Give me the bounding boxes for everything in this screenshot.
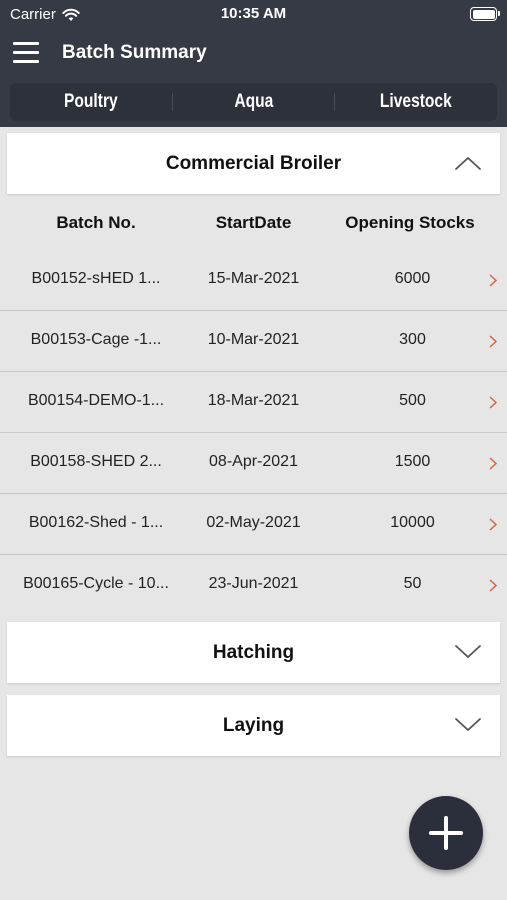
chevron-right-icon (489, 335, 497, 348)
opening-stock: 1500 (394, 453, 431, 470)
batch-number: B00165-Cycle - 10... (23, 575, 169, 592)
battery-icon (470, 7, 500, 21)
chevron-right-icon (489, 274, 497, 287)
section-commercial-broiler[interactable]: Commercial Broiler (7, 133, 500, 194)
batch-number: B00152-sHED 1... (31, 270, 161, 287)
chevron-right-icon (489, 518, 497, 531)
table-row[interactable]: B00162-Shed - 1... 02-May-2021 10000 (0, 494, 507, 555)
opening-stock: 6000 (394, 270, 431, 287)
status-time: 10:35 AM (220, 5, 287, 22)
table-row[interactable]: B00152-sHED 1... 15-Mar-2021 6000 (0, 250, 507, 311)
table-row[interactable]: B00153-Cage -1... 10-Mar-2021 300 (0, 311, 507, 372)
table-row[interactable]: B00165-Cycle - 10... 23-Jun-2021 50 (0, 555, 507, 616)
plus-icon (429, 816, 463, 850)
chevron-right-icon (489, 457, 497, 470)
tab-divider (171, 93, 173, 111)
opening-stock: 50 (403, 575, 422, 592)
section-title: Hatching (212, 642, 295, 663)
column-header-batch: Batch No. (56, 213, 136, 232)
start-date: 10-Mar-2021 (207, 331, 300, 348)
batch-number: B00153-Cage -1... (30, 331, 162, 348)
opening-stock: 300 (399, 331, 426, 348)
section-title: Commercial Broiler (165, 153, 342, 174)
tab-livestock[interactable]: Livestock (350, 83, 483, 121)
segment-control: Poultry Aqua Livestock (10, 83, 497, 121)
batch-number: B00158-SHED 2... (30, 453, 162, 470)
chevron-down-icon[interactable] (454, 717, 482, 733)
section-title: Laying (222, 715, 285, 736)
add-batch-button[interactable] (409, 796, 483, 870)
chevron-right-icon (489, 579, 497, 592)
hamburger-menu-icon[interactable] (13, 42, 39, 64)
section-laying[interactable]: Laying (7, 695, 500, 756)
tab-aqua[interactable]: Aqua (187, 83, 320, 121)
start-date: 02-May-2021 (206, 514, 301, 531)
table-header: Batch No. StartDate Opening Stocks (0, 195, 507, 253)
section-hatching[interactable]: Hatching (7, 622, 500, 683)
start-date: 23-Jun-2021 (208, 575, 299, 592)
batch-number: B00162-Shed - 1... (28, 514, 164, 531)
tab-divider (334, 93, 336, 111)
column-header-opening-stocks: Opening Stocks (345, 213, 475, 232)
opening-stock: 10000 (390, 514, 435, 531)
tab-poultry[interactable]: Poultry (25, 83, 158, 121)
chevron-up-icon[interactable] (454, 155, 482, 171)
status-bar: Carrier 10:35 AM (0, 0, 507, 30)
chevron-right-icon (489, 396, 497, 409)
column-header-start-date: StartDate (215, 213, 292, 232)
page-title: Batch Summary (62, 42, 207, 63)
table-row[interactable]: B00158-SHED 2... 08-Apr-2021 1500 (0, 433, 507, 494)
tab-bar: Poultry Aqua Livestock (0, 77, 507, 127)
start-date: 15-Mar-2021 (207, 270, 300, 287)
opening-stock: 500 (399, 392, 426, 409)
nav-bar: Batch Summary (0, 30, 507, 77)
chevron-down-icon[interactable] (454, 644, 482, 660)
start-date: 18-Mar-2021 (207, 392, 300, 409)
batch-number: B00154-DEMO-1... (27, 392, 165, 409)
table-row[interactable]: B00154-DEMO-1... 18-Mar-2021 500 (0, 372, 507, 433)
start-date: 08-Apr-2021 (209, 453, 298, 470)
